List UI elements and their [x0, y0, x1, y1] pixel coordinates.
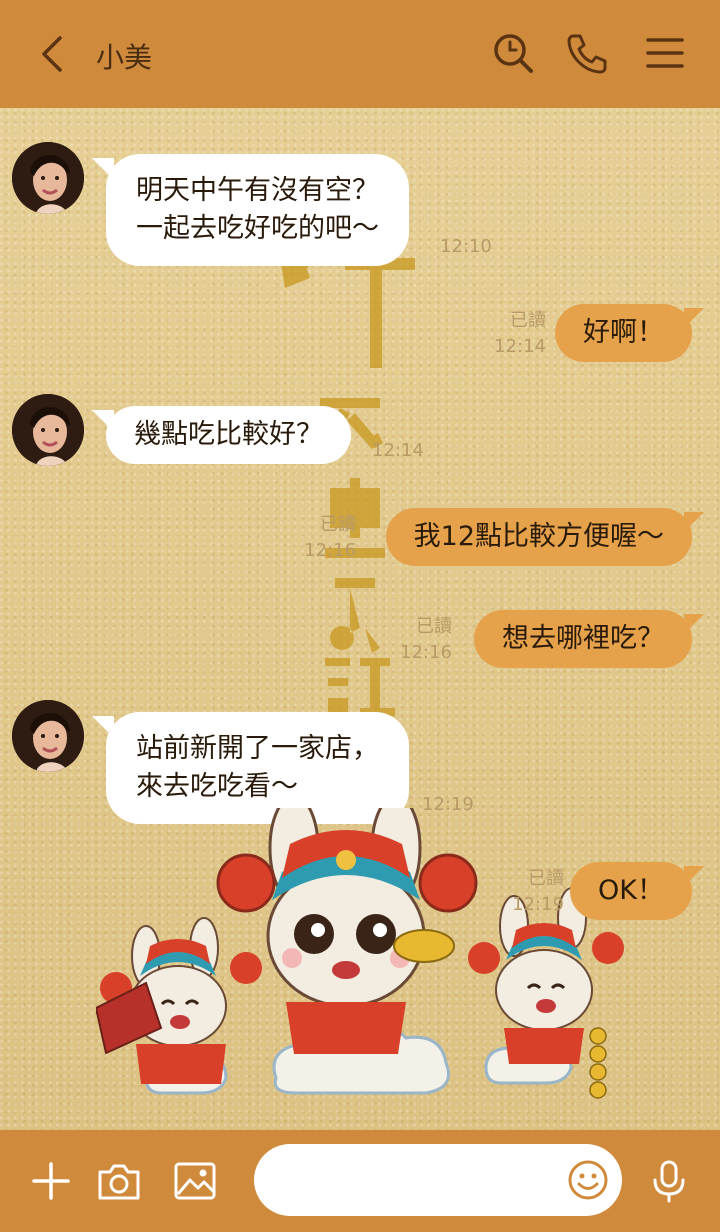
- message-bubble-incoming[interactable]: 幾點吃比較好？: [92, 406, 351, 464]
- plus-icon[interactable]: [26, 1156, 76, 1206]
- message-time: 12:10: [440, 236, 492, 257]
- message-text: 好啊！: [583, 317, 664, 348]
- avatar[interactable]: [12, 142, 84, 214]
- message-bubble-incoming[interactable]: 明天中午有沒有空？ 一起去吃好吃的吧～: [92, 154, 409, 266]
- message-text: 明天中午有沒有空？: [136, 175, 379, 206]
- read-receipt: 已讀 12:19: [512, 868, 564, 915]
- message-text: 來去吃吃看～: [136, 771, 298, 802]
- read-receipt: 已讀 12:16: [304, 514, 356, 561]
- chevron-left-icon[interactable]: [28, 30, 76, 78]
- phone-icon[interactable]: [564, 30, 610, 76]
- microphone-icon[interactable]: [644, 1156, 694, 1206]
- read-receipt: 已讀 12:14: [494, 310, 546, 357]
- message-text: 一起去吃好吃的吧～: [136, 213, 379, 244]
- avatar[interactable]: [12, 394, 84, 466]
- message-text: 站前新開了一家店，: [136, 733, 379, 764]
- message-time: 12:14: [372, 440, 424, 461]
- message-bubble-outgoing[interactable]: OK！: [570, 862, 704, 920]
- message-text: 我12點比較方便喔～: [413, 521, 664, 552]
- message-bubble-outgoing[interactable]: 想去哪裡吃？: [474, 610, 704, 668]
- read-receipt: 已讀 12:16: [400, 616, 452, 663]
- chat-area[interactable]: 明天中午有沒有空？ 一起去吃好吃的吧～ 12:10 已讀 12:14 好啊！ 幾…: [0, 108, 720, 1130]
- message-bubble-outgoing[interactable]: 好啊！: [555, 304, 704, 362]
- avatar[interactable]: [12, 700, 84, 772]
- message-bubble-outgoing[interactable]: 我12點比較方便喔～: [385, 508, 705, 566]
- contact-name: 小美: [96, 41, 153, 74]
- emoji-icon[interactable]: [566, 1158, 610, 1202]
- input-bar: [0, 1130, 720, 1232]
- profile-photo: [12, 142, 84, 214]
- image-icon[interactable]: [170, 1156, 220, 1206]
- message-text: OK！: [598, 875, 664, 906]
- profile-photo: [12, 394, 84, 466]
- message-text: 幾點吃比較好？: [134, 419, 323, 450]
- message-text: 想去哪裡吃？: [502, 623, 664, 654]
- menu-icon[interactable]: [642, 30, 688, 76]
- profile-photo: [12, 700, 84, 772]
- rabbit-sticker-illustration: [96, 808, 624, 1099]
- search-icon[interactable]: [490, 30, 536, 76]
- camera-icon[interactable]: [94, 1156, 144, 1206]
- top-bar: 小美: [0, 0, 720, 108]
